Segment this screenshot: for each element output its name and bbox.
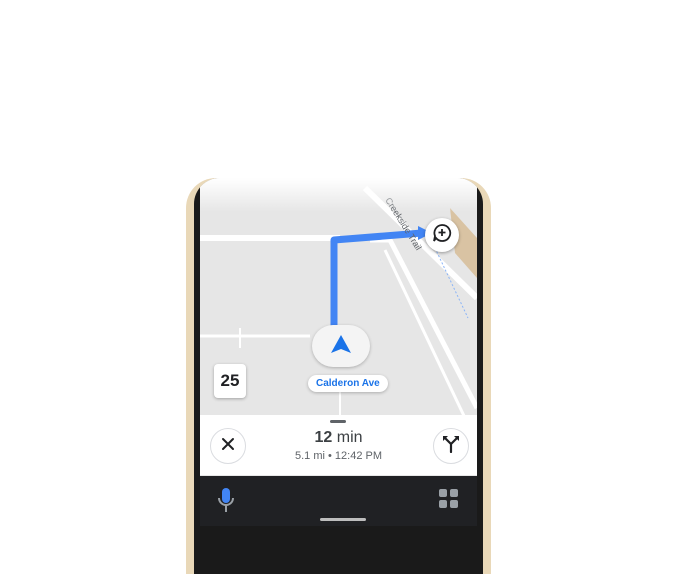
app-grid-icon <box>438 489 460 514</box>
arrival-time: 12:42 PM <box>334 450 383 462</box>
trip-distance: 5.1 mi <box>294 450 325 462</box>
map-screen[interactable]: Creekside Trail Calderon Ave 25 12 min 5… <box>200 178 477 526</box>
current-location-marker <box>312 325 370 367</box>
eta-summary: 12 min 5.1 mi • 12:42 PM <box>260 429 417 462</box>
app-launcher-button[interactable] <box>438 488 460 515</box>
alternate-routes-button[interactable] <box>433 428 469 464</box>
app-bar <box>200 476 477 526</box>
microphone-icon <box>218 488 234 518</box>
close-icon <box>221 437 235 456</box>
drag-handle[interactable] <box>330 420 346 423</box>
eta-minutes-unit: min <box>336 429 363 446</box>
trip-summary-card[interactable]: 12 min 5.1 mi • 12:42 PM <box>200 415 477 475</box>
navigation-arrow-icon <box>330 334 352 359</box>
voice-search-button[interactable] <box>218 486 234 519</box>
eta-separator: • <box>328 450 332 462</box>
eta-duration: 12 min <box>260 429 417 447</box>
alternate-routes-icon <box>442 435 460 458</box>
report-incident-button[interactable] <box>425 218 459 252</box>
phone-frame: Creekside Trail Calderon Ave 25 12 min 5… <box>186 178 491 574</box>
phone-body: Creekside Trail Calderon Ave 25 12 min 5… <box>194 178 483 574</box>
close-navigation-button[interactable] <box>210 428 246 464</box>
speed-limit-sign: 25 <box>214 364 246 398</box>
home-indicator[interactable] <box>320 518 366 521</box>
eta-details: 5.1 mi • 12:42 PM <box>260 450 417 462</box>
status-bar-fade <box>200 178 477 212</box>
eta-minutes: 12 <box>314 429 333 446</box>
report-incident-icon <box>432 223 452 248</box>
current-street-label: Calderon Ave <box>308 375 388 392</box>
